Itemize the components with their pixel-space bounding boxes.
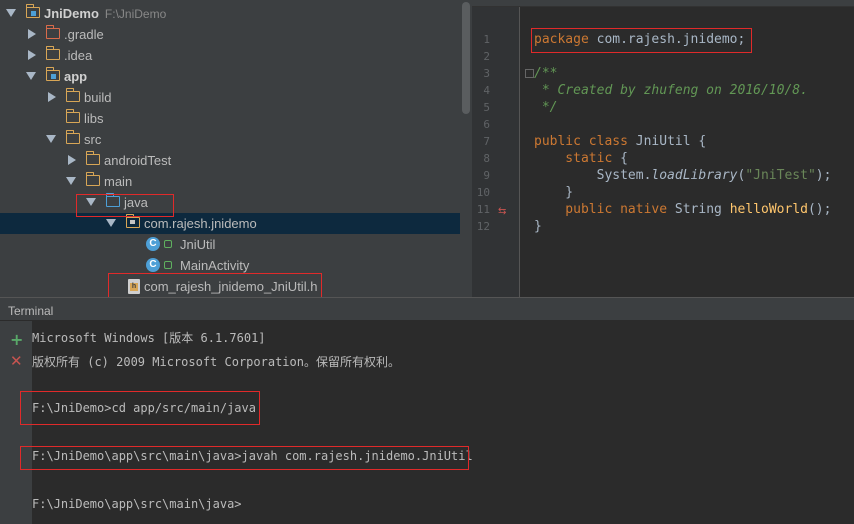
override-icon[interactable]: ⇆	[498, 206, 506, 217]
tree-item-label: .gradle	[64, 27, 104, 42]
tree-item-gradle[interactable]: .gradle	[0, 24, 460, 45]
chevron-right-icon[interactable]	[48, 92, 56, 102]
chevron-down-icon[interactable]	[86, 198, 96, 206]
chevron-down-icon[interactable]	[66, 177, 76, 185]
folder-icon	[45, 25, 60, 39]
code-line-10: }	[534, 185, 574, 200]
folder-icon	[85, 172, 100, 186]
terminal-line: F:\JniDemo\app\src\main\java>javah com.r…	[32, 449, 473, 463]
chevron-down-icon[interactable]	[106, 219, 116, 227]
line-number: 10	[476, 186, 490, 199]
terminal-output[interactable]: Microsoft Windows [版本 6.1.7601] 版权所有 (c)…	[32, 321, 854, 524]
tree-item-java[interactable]: java	[0, 192, 460, 213]
tree-item-label: src	[84, 132, 102, 147]
line-number: 4	[483, 84, 490, 97]
code-line-7: public class JniUtil {	[534, 134, 707, 149]
tree-item-libs[interactable]: libs	[0, 108, 460, 129]
line-number: 6	[483, 118, 490, 131]
terminal-line: Microsoft Windows [版本 6.1.7601]	[32, 331, 266, 345]
tree-item-label: java	[124, 195, 148, 210]
line-number: 11	[476, 203, 490, 216]
tree-item-main[interactable]: main	[0, 171, 460, 192]
chevron-down-icon[interactable]	[26, 72, 36, 80]
line-number: 12	[476, 220, 490, 233]
class-icon: C	[146, 258, 160, 272]
tree-item-mainactivity[interactable]: C MainActivity	[0, 255, 460, 276]
tree-item-src[interactable]: src	[0, 129, 460, 150]
terminal-title: Terminal	[8, 304, 54, 318]
tree-item-jnidemo[interactable]: JniDemo F:\JniDemo	[0, 3, 460, 24]
tree-item-label: libs	[84, 111, 104, 126]
terminal-header: Terminal	[0, 297, 854, 321]
tree-item-label: .idea	[64, 48, 93, 63]
tree-scrollbar[interactable]	[460, 0, 472, 297]
terminal-line: 版权所有 (c) 2009 Microsoft Corporation。保留所有…	[32, 355, 400, 369]
terminal-line: F:\JniDemo>cd app/src/main/java	[32, 401, 256, 415]
tree-item-jniutil[interactable]: C JniUtil	[0, 234, 460, 255]
tree-item-package[interactable]: com.rajesh.jnidemo	[0, 213, 460, 234]
source-folder-icon	[105, 193, 120, 207]
tree-item-label: JniUtil	[180, 237, 216, 252]
code-editor[interactable]: 1 2 3 4 5 6 7 8 9 10 11 12 ⇆ package com…	[472, 0, 854, 297]
folder-icon	[65, 88, 80, 102]
code-line-9: System.loadLibrary("JniTest");	[534, 168, 832, 183]
tree-item-label: com_rajesh_jnidemo_JniUtil.h	[144, 279, 318, 294]
project-path: F:\JniDemo	[104, 7, 167, 21]
tree-item-label: main	[104, 174, 133, 189]
lock-icon	[164, 261, 172, 269]
tree-item-label: build	[84, 90, 112, 105]
tree-item-androidtest[interactable]: androidTest	[0, 150, 460, 171]
editor-tab-bar	[472, 0, 854, 7]
folder-icon	[85, 151, 100, 165]
header-file-icon	[128, 279, 140, 294]
module-folder-icon	[45, 67, 60, 81]
close-icon[interactable]: ✕	[10, 352, 23, 370]
tree-item-label: JniDemo	[44, 6, 99, 21]
fold-marker-icon[interactable]	[525, 69, 534, 78]
folder-icon	[65, 109, 80, 123]
folder-icon	[65, 130, 80, 144]
chevron-right-icon[interactable]	[28, 50, 36, 60]
chevron-down-icon[interactable]	[46, 135, 56, 143]
package-icon	[125, 214, 140, 228]
tree-item-label: app	[64, 69, 88, 84]
code-line-4: * Created by zhufeng on 2016/10/8.	[534, 83, 808, 98]
code-line-5: */	[534, 100, 558, 115]
tree-item-label: MainActivity	[180, 258, 250, 273]
code-line-11: public native String helloWorld();	[534, 202, 832, 217]
tree-item-label: com.rajesh.jnidemo	[144, 216, 257, 231]
chevron-right-icon[interactable]	[28, 29, 36, 39]
tree-item-label: androidTest	[104, 153, 172, 168]
chevron-down-icon[interactable]	[6, 9, 16, 17]
project-tree-panel: JniDemo F:\JniDemo .gradle .idea app buil…	[0, 0, 472, 297]
tree-item-build[interactable]: build	[0, 87, 460, 108]
terminal-line: F:\JniDemo\app\src\main\java>	[32, 497, 242, 511]
line-number: 1	[483, 33, 490, 46]
tree-item-header-file[interactable]: com_rajesh_jnidemo_JniUtil.h	[0, 276, 460, 297]
line-number: 9	[483, 169, 490, 182]
line-number: 7	[483, 135, 490, 148]
line-number: 5	[483, 101, 490, 114]
tree-item-app[interactable]: app	[0, 66, 460, 87]
chevron-right-icon[interactable]	[68, 155, 76, 165]
line-number: 2	[483, 50, 490, 63]
line-number: 3	[483, 67, 490, 80]
tree-item-idea[interactable]: .idea	[0, 45, 460, 66]
module-folder-icon	[25, 4, 40, 18]
lock-icon	[164, 240, 172, 248]
code-line-3: /**	[534, 66, 558, 81]
line-number: 8	[483, 152, 490, 165]
scrollbar-thumb[interactable]	[462, 2, 470, 114]
code-line-8: static {	[534, 151, 628, 166]
add-icon[interactable]: +	[10, 330, 23, 349]
class-icon: C	[146, 237, 160, 251]
code-line-12: }	[534, 219, 542, 234]
folder-icon	[45, 46, 60, 60]
editor-gutter: 1 2 3 4 5 6 7 8 9 10 11 12 ⇆	[472, 7, 520, 297]
code-line-1: package com.rajesh.jnidemo;	[534, 32, 746, 47]
